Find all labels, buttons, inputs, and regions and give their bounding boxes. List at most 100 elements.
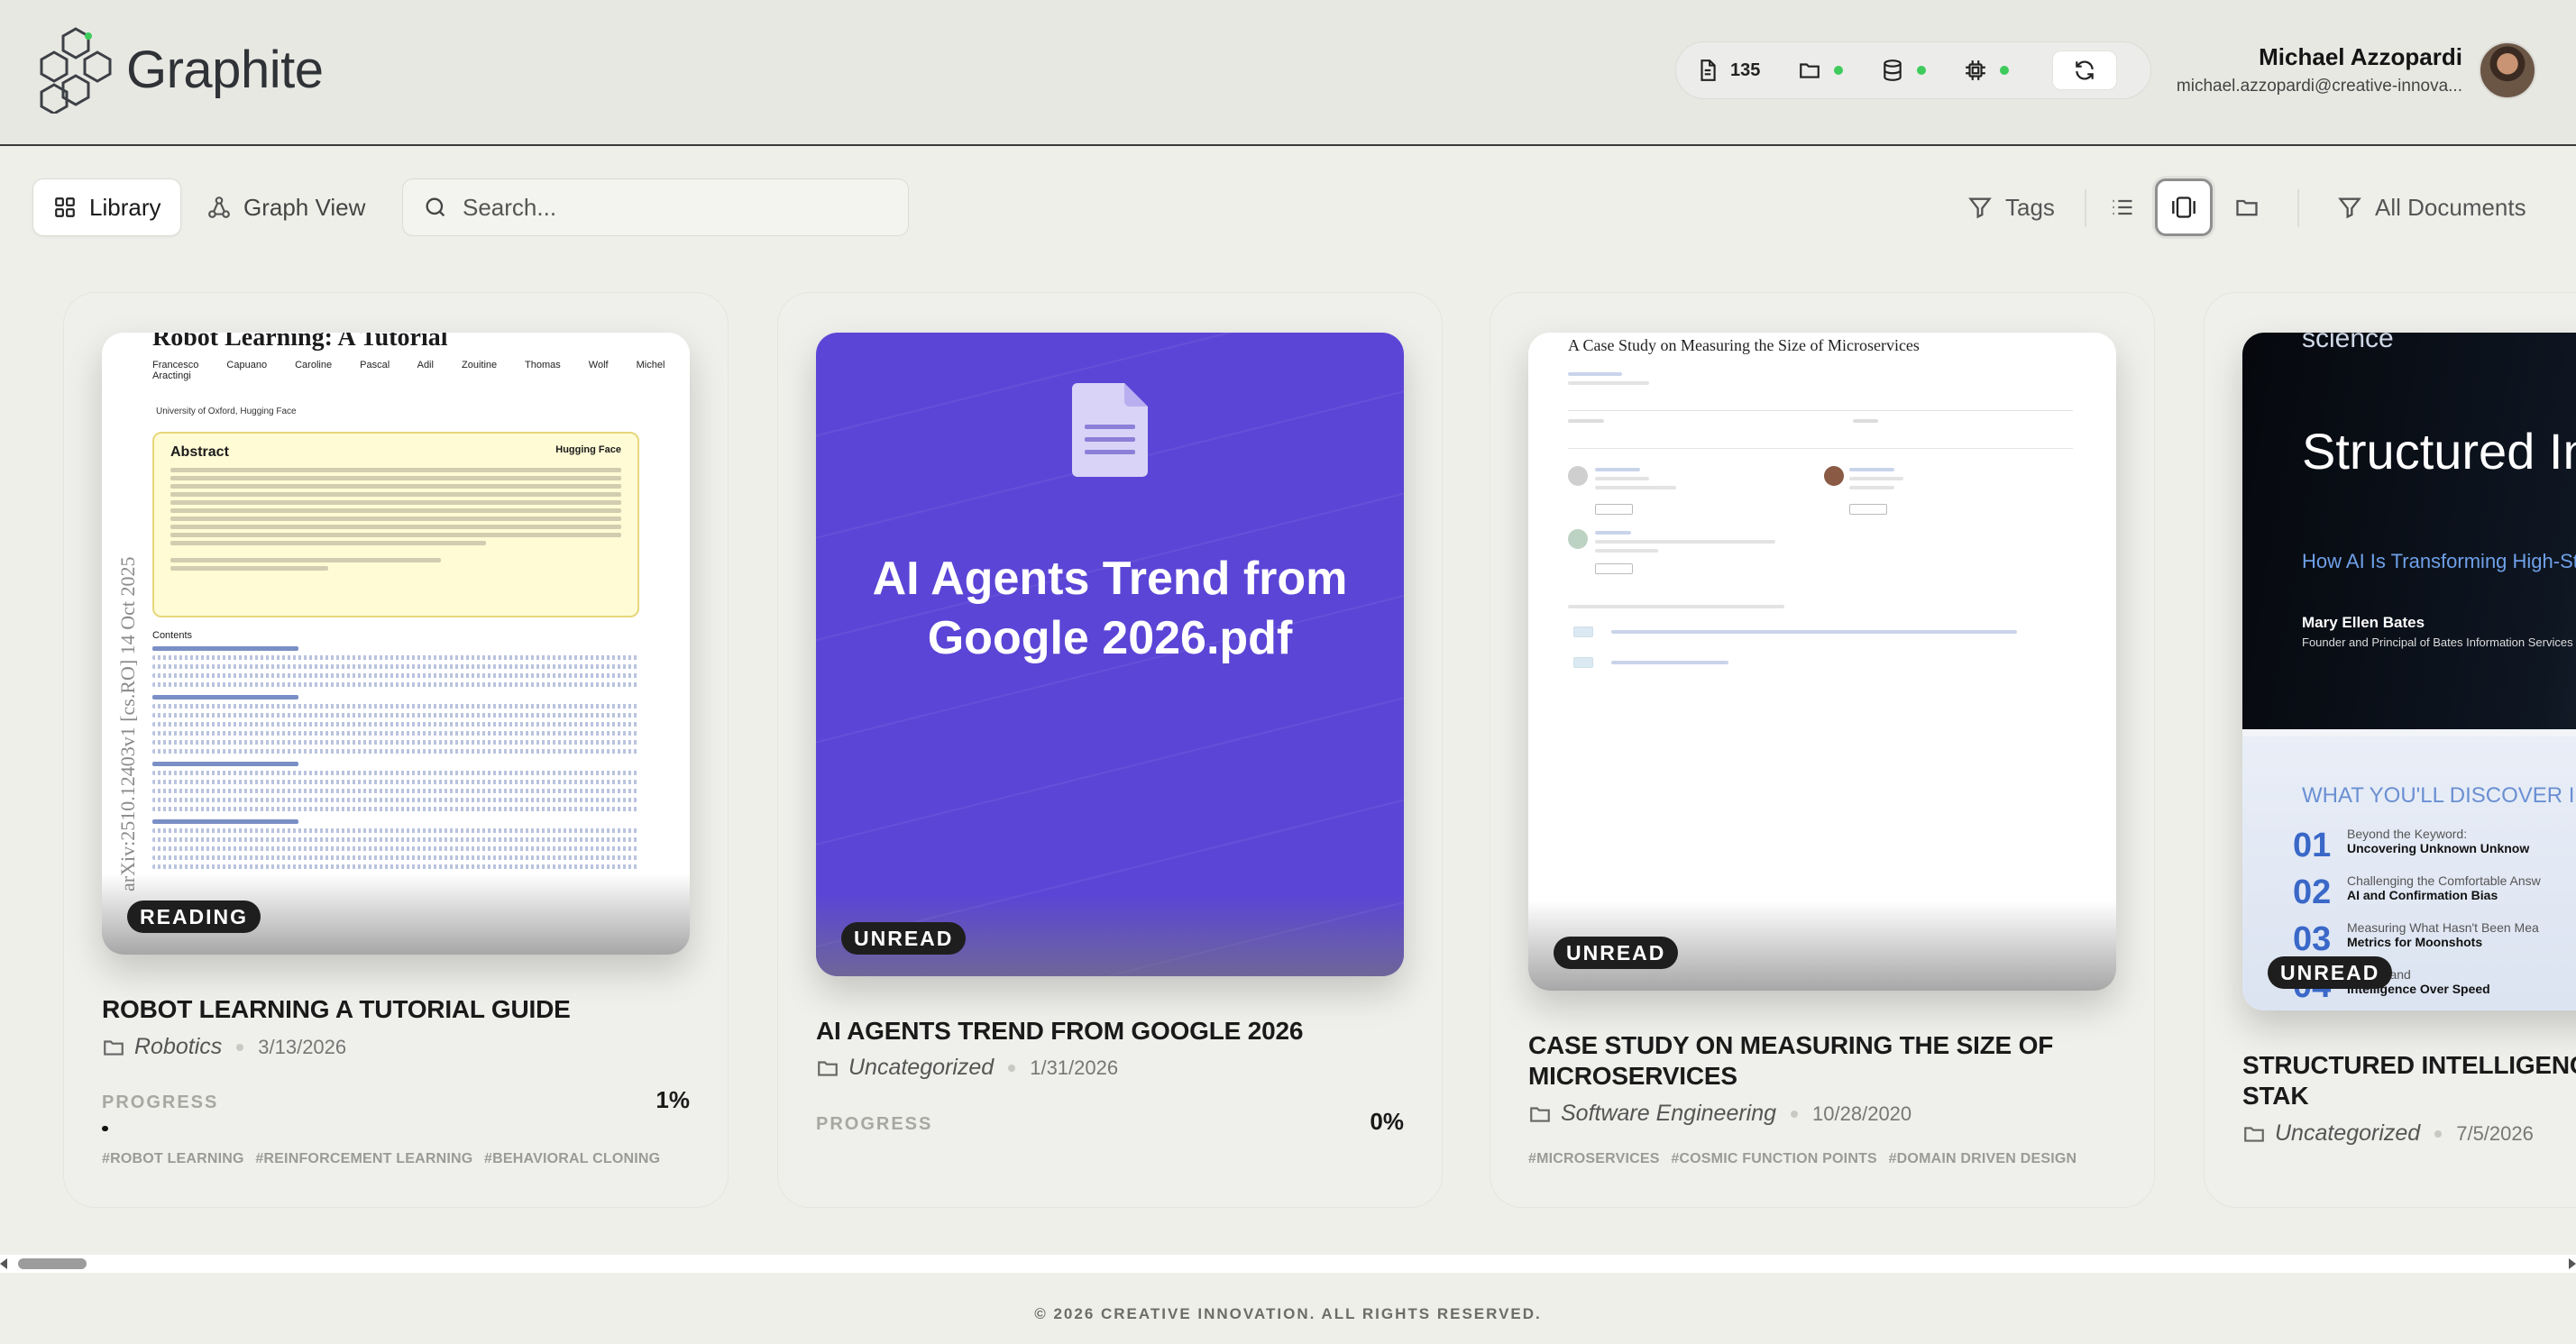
cover-item: 03 Measuring What Hasn't Been Mea Metrics… <box>2293 920 2539 958</box>
cover-filename: AI Agents Trend from Google 2026.pdf <box>872 553 1348 664</box>
document-date: 1/31/2026 <box>1030 1056 1119 1079</box>
document-title[interactable]: ROBOT LEARNING A TUTORIAL GUIDE <box>102 994 733 1025</box>
document-date: 7/5/2026 <box>2456 1121 2534 1145</box>
carousel-icon <box>2172 197 2196 218</box>
tab-graph-view-label: Graph View <box>243 193 366 221</box>
status-badge: UNREAD <box>2268 956 2393 989</box>
document-meta: Uncategorized 1/31/2026 <box>816 1055 1118 1081</box>
document-title[interactable]: CASE STUDY ON MEASURING THE SIZE OF MICR… <box>1528 1030 2123 1092</box>
document-cover[interactable]: science Structured Intelligence How AI I… <box>2242 333 2576 1010</box>
scroll-left-arrow[interactable] <box>0 1258 7 1269</box>
document-title[interactable]: AI AGENTS TREND FROM GOOGLE 2026 <box>816 1016 1447 1047</box>
tag[interactable]: #DOMAIN DRIVEN DESIGN <box>1889 1151 2077 1166</box>
status-badge: READING <box>127 901 261 933</box>
cpu-icon <box>1966 60 1986 80</box>
progress-bar <box>102 1126 690 1131</box>
search-icon <box>426 197 445 217</box>
carousel-view-button[interactable] <box>2155 178 2213 236</box>
tag[interactable]: #MICROSERVICES <box>1528 1151 1660 1166</box>
progress-value: 1% <box>655 1086 690 1113</box>
report-cover: science Structured Intelligence How AI I… <box>2242 333 2576 1010</box>
search-box <box>402 178 909 236</box>
grid-icon <box>55 197 75 217</box>
document-card[interactable]: science Structured Intelligence How AI I… <box>2204 292 2576 1208</box>
scrollbar-thumb[interactable] <box>18 1258 87 1269</box>
document-meta: Software Engineering 10/28/2020 <box>1528 1101 1911 1127</box>
footer-copyright: © 2026 CREATIVE INNOVATION. ALL RIGHTS R… <box>1034 1305 1542 1322</box>
document-meta: Uncategorized 7/5/2026 <box>2242 1120 2534 1147</box>
document-category: Uncategorized <box>2275 1120 2421 1146</box>
tag-list: #MICROSERVICES #COSMIC FUNCTION POINTS #… <box>1528 1151 2084 1167</box>
abstract-org: Hugging Face <box>555 444 621 455</box>
document-icon <box>1701 59 1716 81</box>
tag[interactable]: #REINFORCEMENT LEARNING <box>255 1151 472 1166</box>
folder-icon <box>1530 1106 1550 1122</box>
user-name: Michael Azzopardi <box>2259 43 2462 70</box>
document-cover[interactable]: AI Agents Trend from Google 2026.pdf UNR… <box>816 333 1404 976</box>
document-card[interactable]: AI Agents Trend from Google 2026.pdf UNR… <box>777 292 1443 1208</box>
search-input[interactable] <box>463 193 877 222</box>
document-title[interactable]: STRUCTURED INTELLIGENC TRANSFORMING HIGH… <box>2242 1050 2576 1111</box>
document-filter-button[interactable]: All Documents <box>2324 178 2539 236</box>
document-card[interactable]: A Case Study on Measuring the Size of Mi… <box>1490 292 2155 1208</box>
abstract-text <box>170 468 621 571</box>
database-stat[interactable] <box>1881 59 1927 82</box>
cover-contents: Contents <box>152 630 639 873</box>
tag[interactable]: #ROBOT LEARNING <box>102 1151 244 1166</box>
avatar[interactable] <box>2479 41 2536 99</box>
filter-icon <box>1968 197 1992 219</box>
cover-abstract: Abstract Hugging Face <box>152 432 639 617</box>
document-category: Uncategorized <box>848 1055 995 1080</box>
tags-filter-button[interactable]: Tags <box>1955 178 2067 236</box>
paper-preview: A Case Study on Measuring the Size of Mi… <box>1528 333 2116 991</box>
app-name: Graphite <box>126 40 324 99</box>
user-info[interactable]: Michael Azzopardi michael.azzopardi@crea… <box>1994 43 2462 96</box>
placeholder-cover: AI Agents Trend from Google 2026.pdf <box>816 333 1404 976</box>
folder-icon <box>818 1060 838 1076</box>
progress-row: PROGRESS 1% <box>102 1086 690 1114</box>
folder-view-button[interactable] <box>2218 178 2276 236</box>
document-carousel: Robot Learning: A Tutorial Francesco Cap… <box>0 288 2576 1208</box>
tag[interactable]: #COSMIC FUNCTION POINTS <box>1671 1151 1877 1166</box>
tags-filter-label: Tags <box>2005 193 2055 221</box>
hexagon-graph-icon <box>40 27 112 114</box>
document-cover[interactable]: Robot Learning: A Tutorial Francesco Cap… <box>102 333 690 955</box>
document-meta: Robotics 3/13/2026 <box>102 1034 346 1060</box>
folder-icon <box>2236 199 2258 216</box>
filter-icon <box>2338 197 2361 219</box>
progress-label: PROGRESS <box>102 1093 219 1112</box>
graph-icon <box>208 197 230 218</box>
folders-stat[interactable] <box>1798 59 1844 82</box>
tag[interactable]: #BEHAVIORAL CLONING <box>484 1151 660 1166</box>
cover-affiliations: University of Oxford, Hugging Face <box>156 407 297 416</box>
documents-stat[interactable]: 135 <box>1696 59 1760 82</box>
tab-graph-view[interactable]: Graph View <box>188 178 385 236</box>
cover-item: 02 Challenging the Comfortable Answ AI an… <box>2293 873 2541 911</box>
document-cover[interactable]: A Case Study on Measuring the Size of Mi… <box>1528 333 2116 991</box>
progress-row: PROGRESS 0% <box>816 1108 1404 1136</box>
document-icon <box>1072 383 1148 477</box>
tab-library[interactable]: Library <box>32 178 182 236</box>
scroll-right-arrow[interactable] <box>2569 1258 2576 1269</box>
progress-value: 0% <box>1370 1108 1404 1135</box>
status-badge: UNREAD <box>1554 937 1679 969</box>
document-card[interactable]: Robot Learning: A Tutorial Francesco Cap… <box>63 292 729 1208</box>
cover-item: 01 Beyond the Keyword: Uncovering Unknown… <box>2293 827 2530 864</box>
list-icon <box>2113 199 2132 215</box>
document-category: Software Engineering <box>1561 1101 1777 1126</box>
cover-discover-heading: WHAT YOU'LL DISCOVER INS <box>2302 783 2576 808</box>
folders-status-dot <box>1834 66 1844 75</box>
document-date: 10/28/2020 <box>1812 1102 1912 1125</box>
tab-library-label: Library <box>89 193 161 221</box>
app-logo[interactable]: Graphite <box>38 25 324 114</box>
document-date: 3/13/2026 <box>258 1035 347 1058</box>
document-category: Robotics <box>134 1034 223 1059</box>
folder-icon <box>104 1039 124 1056</box>
cover-arxiv-id: arXiv:2510.12403v1 [cs.RO] 14 Oct 2025 <box>116 556 139 891</box>
horizontal-scrollbar[interactable] <box>0 1255 2576 1273</box>
divider <box>2085 189 2086 227</box>
documents-count: 135 <box>1730 59 1761 80</box>
folder-icon <box>1800 63 1820 78</box>
progress-label: PROGRESS <box>816 1114 933 1134</box>
list-view-button[interactable] <box>2094 178 2151 236</box>
